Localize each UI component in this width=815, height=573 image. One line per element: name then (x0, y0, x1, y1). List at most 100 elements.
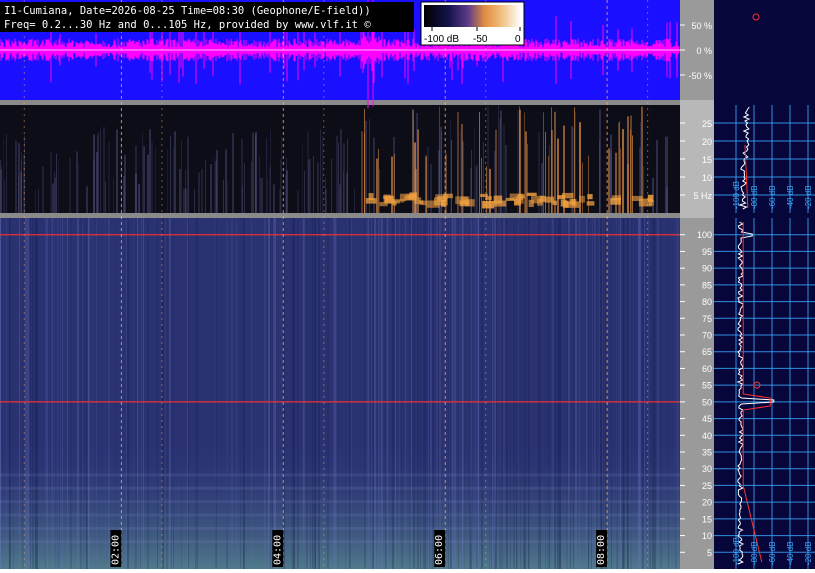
geophone-streak (223, 179, 224, 213)
efield-tick-label: 50 (702, 397, 712, 407)
geophone-streak (86, 186, 88, 213)
efield-tick-label: 5 (707, 548, 712, 558)
geophone-streak (582, 162, 583, 213)
geophone-streak (20, 171, 22, 213)
geophone-streak (78, 163, 79, 213)
geophone-streak (187, 136, 189, 213)
geophone-burst (426, 200, 440, 208)
geophone-streak (108, 141, 110, 213)
geophone-streak (54, 172, 55, 213)
geophone-streak (173, 148, 174, 213)
geophone-streak (3, 138, 4, 213)
efield-bottom-glow (0, 440, 680, 569)
geophone-streak (138, 183, 140, 213)
geophone-streak (632, 135, 633, 213)
geophone-burst (587, 194, 593, 200)
geophone-streak (259, 155, 260, 213)
waveform-tick-label: -50 % (688, 71, 712, 81)
geophone-streak (450, 119, 451, 213)
geophone-streak (155, 146, 156, 213)
time-label: 04:00 (272, 535, 283, 565)
geophone-streak (35, 190, 36, 213)
geophone-streak (261, 178, 263, 213)
geophone-streak (297, 190, 299, 213)
geophone-burst (482, 200, 495, 209)
geophone-streak (58, 160, 59, 213)
efield-tick-label: 85 (702, 280, 712, 290)
geophone-streak (179, 168, 181, 213)
geophone-streak (174, 131, 176, 213)
geophone-burst (505, 197, 515, 201)
geophone-streak (503, 124, 505, 213)
panel-divider-2 (0, 213, 680, 218)
geophone-burst (409, 192, 418, 199)
geophone-streak (142, 132, 143, 213)
geophone-streak (608, 148, 610, 213)
geophone-burst (493, 195, 503, 204)
geophone-streak (201, 169, 203, 213)
geophone-streak (252, 132, 254, 213)
spectrum-column-top (714, 0, 815, 100)
geophone-streak (251, 161, 252, 213)
geophone-streak (343, 170, 344, 213)
geophone-burst (565, 201, 580, 208)
geophone-streak (4, 180, 5, 213)
geophone-streak (665, 136, 666, 213)
geophone-streak (38, 188, 39, 213)
geophone-burst (480, 193, 488, 198)
geophone-streak (42, 166, 44, 213)
geophone-streak (232, 133, 234, 213)
geophone-burst (552, 200, 557, 205)
geophone-tick-label: 25 (702, 119, 712, 129)
waveform-tick-label: 0 % (696, 46, 712, 56)
efield-spectrum-tick-label: -20 dB (804, 541, 813, 565)
efield-spectrum-tick-label: -40 dB (786, 541, 795, 565)
colorbar-tick-label: -100 dB (424, 34, 459, 45)
geophone-burst (586, 201, 595, 206)
geophone-tick-label: 10 (702, 173, 712, 183)
geophone-streak (6, 134, 7, 213)
geophone-streak (322, 136, 323, 213)
geophone-streak (143, 146, 145, 213)
efield-band (0, 540, 680, 544)
geophone-spectrum-tick-label: -40 dB (786, 185, 795, 209)
geophone-burst (383, 194, 391, 203)
efield-tick-label: 45 (702, 414, 712, 424)
geophone-streak (554, 111, 556, 213)
header-line-2: Freq= 0.2...30 Hz and 0...105 Hz, provid… (4, 19, 371, 31)
geophone-streak (113, 177, 114, 213)
geophone-burst (526, 192, 537, 196)
geophone-streak (0, 159, 1, 213)
geophone-streak (18, 176, 19, 213)
geophone-streak (269, 166, 271, 213)
geophone-streak (181, 140, 182, 213)
geophone-streak (147, 154, 149, 213)
efield-band (0, 486, 680, 490)
geophone-streak (194, 188, 195, 213)
geophone-streak (575, 112, 576, 213)
geophone-streak (630, 129, 631, 213)
geophone-streak (310, 159, 311, 213)
spectrum-column-efield (714, 218, 815, 569)
geophone-spectrum-tick-label: -60 dB (768, 185, 777, 209)
geophone-streak (338, 142, 339, 213)
geophone-streak (227, 180, 228, 213)
geophone-streak (244, 163, 245, 213)
geophone-streak (378, 148, 379, 213)
geophone-streak (354, 188, 355, 213)
efield-tick-label: 90 (702, 264, 712, 274)
panel-divider-1 (0, 100, 680, 105)
geophone-streak (135, 145, 137, 213)
geophone-streak (93, 160, 95, 213)
geophone-streak (313, 156, 314, 213)
geophone-streak (364, 133, 365, 213)
efield-tick-label: 70 (702, 331, 712, 341)
geophone-streak (100, 128, 101, 213)
geophone-streak (281, 136, 282, 213)
geophone-streak (279, 189, 281, 213)
header-line-1: I1-Cumiana, Date=2026-08-25 Time=08:30 (… (4, 5, 371, 17)
efield-tick-label: 25 (702, 481, 712, 491)
geophone-streak (116, 129, 118, 213)
geophone-streak (69, 157, 71, 213)
geophone-burst (537, 198, 543, 206)
